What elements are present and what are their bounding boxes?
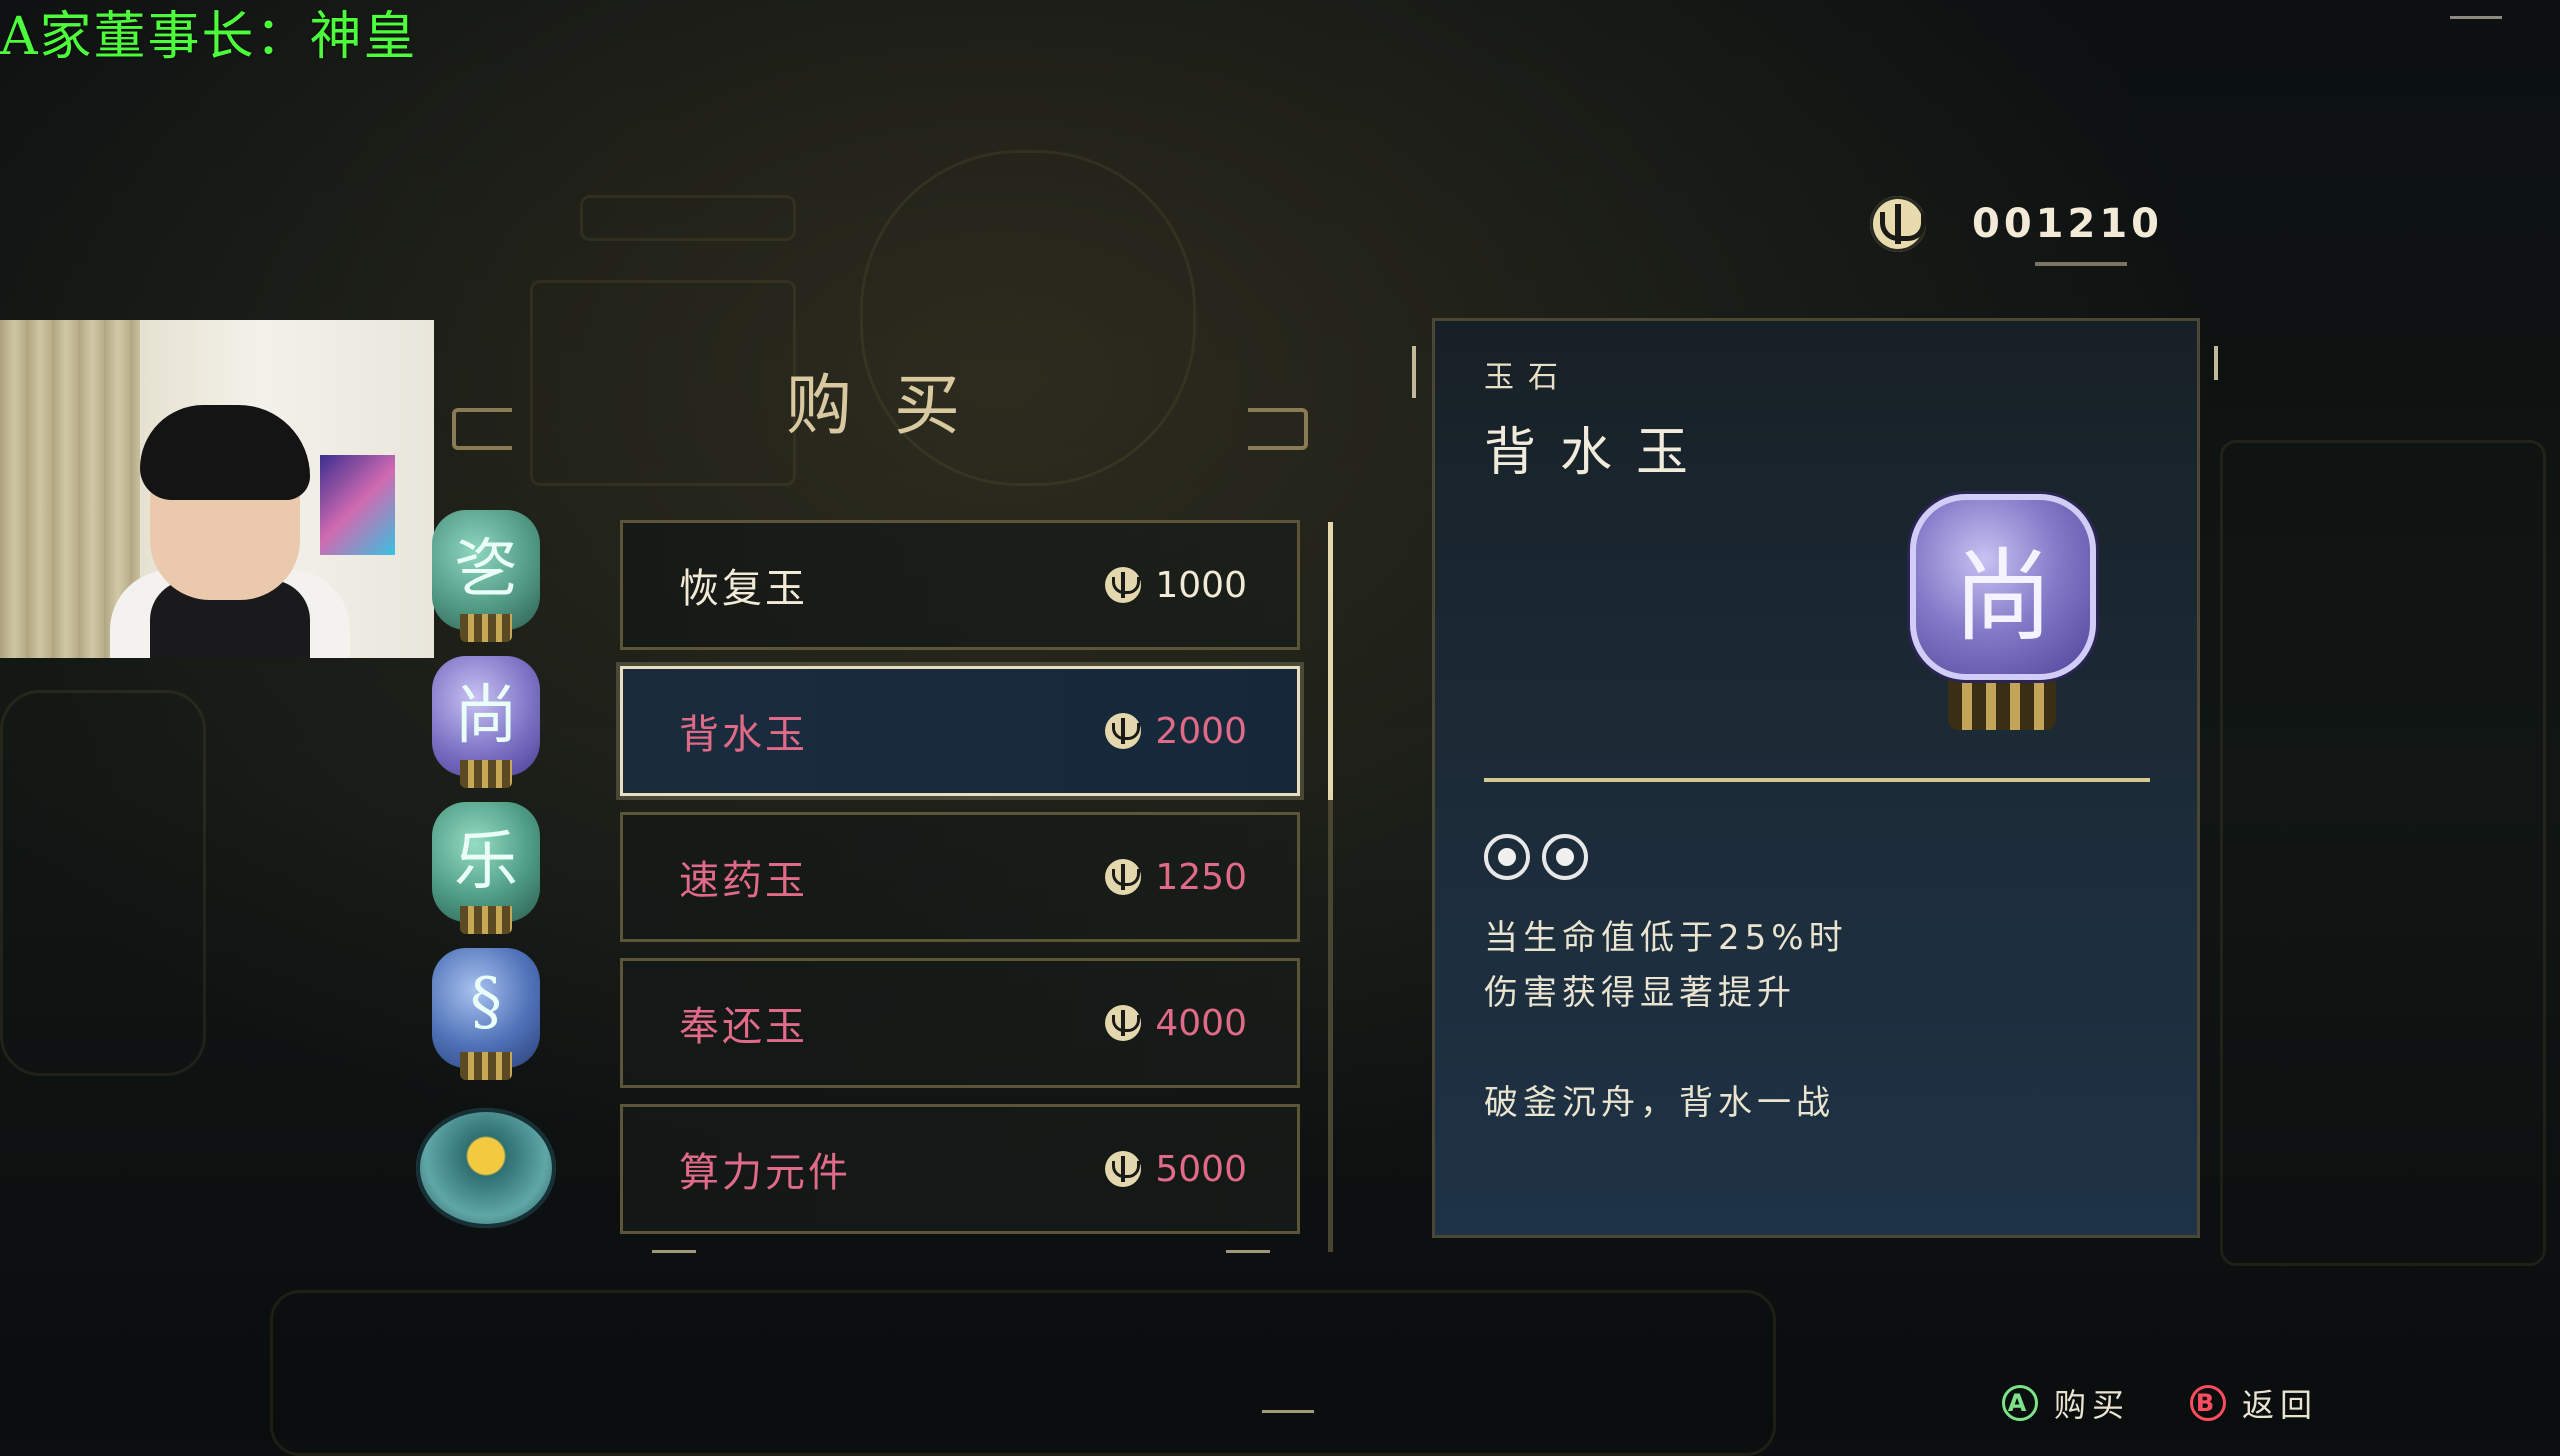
- background-pipe-outline: [0, 690, 206, 1076]
- detail-jade-stand: [1948, 676, 2056, 730]
- item-name: 奉还玉: [679, 1004, 808, 1050]
- list-footer-marker-right: [1226, 1250, 1270, 1253]
- shop-title: 购买: [786, 367, 1002, 444]
- detail-category: 玉石: [1484, 360, 1572, 395]
- currency-amount: 001210: [1972, 201, 2163, 247]
- item-price: 4000: [1105, 1003, 1247, 1044]
- jade-purple-icon: 尚: [432, 656, 540, 788]
- webcam-person-hair: [140, 405, 310, 500]
- window-minimize-marker: [2450, 16, 2502, 19]
- detail-effect-line-2: 伤害获得显著提升: [1484, 973, 1796, 1013]
- jade-stand: [460, 760, 512, 788]
- coin-icon: [1105, 567, 1142, 603]
- item-price: 2000: [1105, 711, 1247, 752]
- coin-icon: [1105, 1005, 1142, 1041]
- jade-purple-icon: 尚: [1910, 494, 2096, 680]
- shop-item-restore-jade[interactable]: 恢复玉 1000: [620, 520, 1300, 650]
- title-ornament-left: [452, 408, 512, 450]
- background-machine-outline: [530, 280, 796, 486]
- item-name: 背水玉: [679, 712, 808, 758]
- shop-item-compute-module[interactable]: 算力元件 5000: [620, 1104, 1300, 1234]
- coin-icon: [1105, 713, 1142, 749]
- item-price: 1000: [1105, 565, 1247, 606]
- hint-buy-label: 购买: [2054, 1386, 2131, 1424]
- detail-effect-line-1: 当生命值低于25%时: [1484, 918, 1848, 958]
- coin-icon: [1105, 1151, 1142, 1187]
- streamer-overlay-text: A家董事长：神皇: [0, 7, 418, 67]
- item-price-value: 5000: [1155, 1148, 1247, 1190]
- jade-blue-icon: §: [432, 948, 540, 1080]
- coin-icon: [1105, 859, 1142, 895]
- jade-teal-icon: 乐: [432, 802, 540, 934]
- slot-icon: [1484, 834, 1530, 880]
- item-price-value: 2000: [1155, 710, 1247, 752]
- item-price-value: 1000: [1155, 564, 1247, 606]
- item-list-scrollbar[interactable]: [1328, 522, 1333, 800]
- item-name: 速药玉: [679, 858, 808, 904]
- list-footer-marker-left: [652, 1250, 696, 1253]
- compute-module-icon: [416, 1108, 556, 1228]
- bottom-center-marker: [1262, 1410, 1314, 1413]
- currency-underline: [2035, 262, 2127, 266]
- coin-icon: [1870, 196, 1926, 252]
- a-button-icon: A: [2002, 1385, 2038, 1421]
- detail-item-name: 背水玉: [1484, 423, 1713, 483]
- jade-green-icon: 乲: [432, 510, 540, 642]
- hint-back[interactable]: B 返回: [2190, 1380, 2318, 1426]
- detail-flavor-text: 破釜沉舟，背水一战: [1484, 1083, 1835, 1123]
- background-machine-outline-2: [580, 195, 796, 241]
- shop-item-speed-potion-jade[interactable]: 速药玉 1250: [620, 812, 1300, 942]
- hint-back-label: 返回: [2242, 1386, 2319, 1424]
- item-name: 恢复玉: [679, 566, 808, 612]
- item-name: 算力元件: [679, 1150, 851, 1196]
- webcam-poster: [320, 455, 395, 555]
- slot-icon: [1542, 834, 1588, 880]
- background-wall-panel: [2220, 440, 2546, 1266]
- jade-stand: [460, 1052, 512, 1080]
- shop-item-backwater-jade[interactable]: 背水玉 2000: [620, 666, 1300, 796]
- item-price: 5000: [1105, 1149, 1247, 1190]
- background-floor-outline: [270, 1290, 1776, 1456]
- item-price: 1250: [1105, 857, 1247, 898]
- streamer-webcam: [0, 320, 434, 658]
- detail-divider: [1484, 778, 2150, 782]
- item-price-value: 1250: [1155, 856, 1247, 898]
- hint-buy[interactable]: A 购买: [2002, 1380, 2130, 1426]
- jade-stand: [460, 906, 512, 934]
- shop-item-return-jade[interactable]: 奉还玉 4000: [620, 958, 1300, 1088]
- jade-slot-cost: [1484, 834, 1588, 880]
- detail-panel-bracket-right: [2214, 346, 2218, 380]
- jade-stand: [460, 614, 512, 642]
- title-ornament-right: [1248, 408, 1308, 450]
- currency-display: 001210: [1870, 196, 2163, 252]
- shop-item-list: 恢复玉 1000 背水玉 2000 速药玉 1250 奉还玉 4000 算力元件…: [620, 520, 1300, 1250]
- item-price-value: 4000: [1155, 1002, 1247, 1044]
- b-button-icon: B: [2190, 1385, 2226, 1421]
- detail-panel-bracket-left: [1412, 346, 1416, 398]
